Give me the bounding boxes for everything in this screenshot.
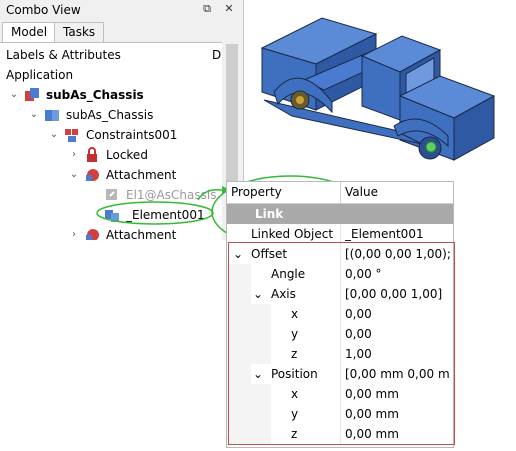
property-axis-x[interactable]: x 0,00	[227, 304, 453, 325]
group-link[interactable]: Link	[227, 204, 453, 225]
property-value[interactable]: 0,00	[345, 324, 451, 344]
property-name: x	[291, 307, 299, 321]
property-value[interactable]: 0,00	[345, 304, 451, 324]
chevron-down-icon[interactable]: ⌄	[233, 244, 243, 264]
property-value[interactable]: _Element001	[345, 224, 451, 244]
property-value[interactable]: [0,00 0,00 1,00]	[345, 284, 451, 304]
property-name: Angle	[271, 267, 306, 281]
property-value[interactable]: [(0,00 0,00 1,00); 0...	[345, 244, 451, 264]
property-header: Property Value	[227, 182, 453, 204]
property-value[interactable]: 1,00	[345, 344, 451, 364]
group-link-label: Link	[255, 207, 284, 221]
property-panel: Property Value Link Linked Object _Eleme…	[226, 181, 454, 448]
property-axis[interactable]: ⌄ Axis [0,00 0,00 1,00]	[227, 284, 453, 305]
property-name: y	[291, 327, 299, 341]
property-name: y	[291, 407, 299, 421]
value-column-header: Value	[345, 185, 378, 199]
property-name: z	[291, 427, 298, 441]
chevron-down-icon[interactable]: ⌄	[253, 284, 263, 304]
property-value[interactable]: [0,00 mm 0,00 m...	[345, 364, 451, 384]
property-linked-object[interactable]: Linked Object _Element001	[227, 224, 453, 245]
property-name: z	[291, 347, 298, 361]
property-value[interactable]: 0,00 mm	[345, 424, 451, 444]
property-value[interactable]: 0,00 mm	[345, 404, 451, 424]
property-value[interactable]: 0,00 °	[345, 264, 451, 284]
property-position[interactable]: ⌄ Position [0,00 mm 0,00 m...	[227, 364, 453, 385]
chevron-down-icon[interactable]: ⌄	[253, 364, 263, 384]
property-axis-z[interactable]: z 1,00	[227, 344, 453, 365]
property-position-z[interactable]: z 0,00 mm	[227, 424, 453, 445]
property-offset[interactable]: ⌄ Offset [(0,00 0,00 1,00); 0...	[227, 244, 453, 265]
property-name: Linked Object	[251, 227, 334, 241]
property-column-header: Property	[231, 185, 282, 199]
property-name: Position	[271, 367, 318, 381]
property-name: x	[291, 387, 299, 401]
property-angle[interactable]: Angle 0,00 °	[227, 264, 453, 285]
property-name: Axis	[271, 287, 296, 301]
property-position-y[interactable]: y 0,00 mm	[227, 404, 453, 425]
property-value[interactable]: 0,00 mm	[345, 384, 451, 404]
property-name: Offset	[251, 247, 288, 261]
property-axis-y[interactable]: y 0,00	[227, 324, 453, 345]
highlight-ellipse-element	[96, 201, 214, 225]
property-position-x[interactable]: x 0,00 mm	[227, 384, 453, 405]
